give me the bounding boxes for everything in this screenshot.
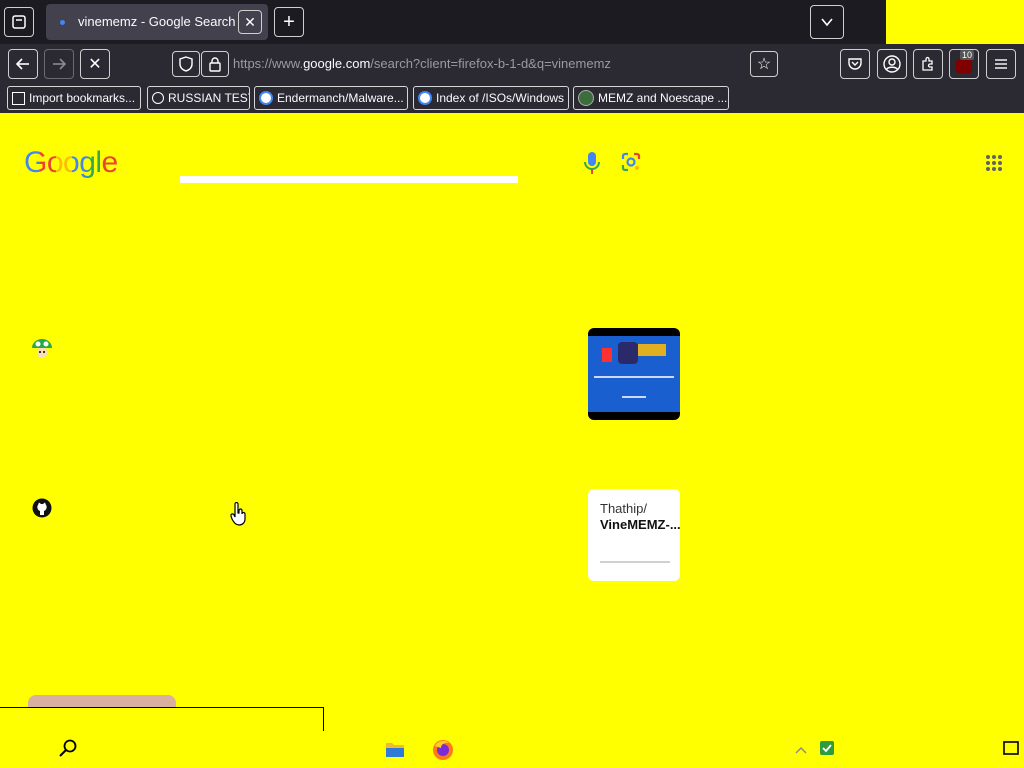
list-all-tabs-button[interactable] (810, 5, 844, 39)
url-domain: google.com (303, 56, 371, 71)
stop-button[interactable]: ✕ (80, 49, 110, 79)
bookmark-endermanch[interactable]: Endermanch/Malware... (254, 86, 408, 110)
account-icon (883, 55, 901, 73)
tab-active[interactable]: vinememz - Google Search ✕ (46, 4, 268, 40)
close-icon: ✕ (244, 13, 256, 30)
menu-button[interactable] (986, 49, 1016, 79)
arrow-right-icon (53, 58, 67, 70)
microphone-icon (584, 152, 600, 174)
result-thumbnail-1[interactable] (588, 328, 680, 420)
extensions-button[interactable] (913, 49, 943, 79)
account-button[interactable] (877, 49, 907, 79)
close-icon: ✕ (88, 56, 102, 73)
logo-text: Google (24, 146, 118, 179)
site-security-button[interactable] (201, 51, 229, 77)
back-button[interactable] (8, 49, 38, 79)
image-result-thumbnail[interactable] (28, 695, 176, 707)
ublock-icon (956, 59, 972, 73)
security-tray-icon (820, 741, 834, 755)
google-logo[interactable]: Google (24, 146, 118, 180)
thumbnail-text-line (622, 396, 646, 398)
voice-search-button[interactable] (584, 151, 600, 180)
hamburger-icon (995, 59, 1007, 69)
chevron-down-icon (821, 18, 833, 27)
tray-overflow-button[interactable] (794, 742, 808, 760)
tracking-protection-button[interactable] (172, 51, 200, 77)
search-icon (59, 739, 77, 757)
notification-icon (1003, 741, 1019, 755)
mushroom-icon (32, 339, 52, 357)
taskbar-search-box[interactable] (0, 707, 324, 731)
taskbar-firefox[interactable] (432, 739, 454, 766)
bookmark-isos-windows[interactable]: Index of /ISOs/Windows (413, 86, 569, 110)
notification-button[interactable] (1003, 741, 1019, 760)
search-input[interactable] (180, 176, 518, 183)
url-text[interactable]: https://www.google.com/search?client=fir… (233, 56, 611, 71)
tab-close-button[interactable]: ✕ (238, 10, 262, 34)
google-icon (259, 91, 273, 105)
star-icon: ☆ (756, 56, 772, 73)
google-apps-button[interactable] (985, 154, 1003, 177)
bookmark-star-button[interactable]: ☆ (750, 51, 778, 77)
grid-icon (986, 155, 1002, 171)
tab-title: vinememz - Google Search (78, 14, 236, 29)
thumbnail-subtitle: VineMEMZ-... (600, 517, 680, 532)
window-corner (886, 0, 1024, 44)
tab-strip: vinememz - Google Search ✕ + (0, 0, 1024, 44)
bookmark-label: MEMZ and Noescape ... (598, 91, 728, 105)
mouse-cursor (230, 501, 248, 531)
result-favicon-github[interactable] (32, 498, 52, 523)
puzzle-icon (922, 56, 933, 71)
thumbnail-sprite-left (602, 348, 612, 362)
arrow-left-icon (15, 58, 29, 70)
bookmark-label: RUSSIAN TEST (168, 91, 250, 105)
url-path: /search?client=firefox-b-1-d&q=vinememz (370, 56, 611, 71)
lock-icon (209, 56, 221, 72)
new-tab-button[interactable]: + (274, 7, 304, 37)
import-icon (12, 91, 25, 105)
bookmark-label: Endermanch/Malware... (277, 91, 404, 105)
bookmark-memz-noescape[interactable]: MEMZ and Noescape ... (573, 86, 729, 110)
firefox-view-button[interactable] (4, 7, 34, 37)
lens-search-button[interactable] (620, 151, 642, 178)
thumbnail-title: Thathip/ (600, 501, 647, 516)
pocket-button[interactable] (840, 49, 870, 79)
notification-badge: 10 (960, 50, 975, 60)
plus-icon: + (283, 11, 295, 33)
taskbar-file-explorer[interactable] (385, 740, 405, 763)
site-icon (578, 90, 594, 106)
lens-icon (621, 152, 641, 172)
hand-cursor-icon (230, 501, 246, 526)
bookmark-label: Import bookmarks... (29, 91, 136, 105)
chevron-up-icon (795, 747, 807, 754)
github-icon (32, 498, 52, 518)
thumbnail-text-line (594, 376, 674, 378)
result-favicon-mushroom[interactable] (30, 336, 54, 365)
firefox-view-icon (12, 15, 26, 29)
ublock-button[interactable]: 10 (949, 49, 979, 79)
thumbnail-stats (600, 561, 670, 563)
taskbar-search-button[interactable] (58, 738, 78, 763)
url-prefix: https://www. (233, 56, 304, 71)
thumbnail-sprite (618, 342, 638, 364)
bookmark-russian-test[interactable]: RUSSIAN TEST (147, 86, 250, 110)
navigation-toolbar: ✕ https://www.google.com/search?client=f… (0, 44, 1024, 84)
bookmark-import[interactable]: Import bookmarks... (7, 86, 141, 110)
firefox-icon (433, 740, 453, 760)
tray-app-icon[interactable] (818, 739, 836, 762)
result-thumbnail-2[interactable]: Thathip/ VineMEMZ-... (588, 489, 680, 581)
bookmark-label: Index of /ISOs/Windows (436, 91, 565, 105)
folder-icon (386, 743, 404, 757)
thumbnail-logo (638, 344, 666, 356)
google-icon (418, 91, 432, 105)
forward-button[interactable] (44, 49, 74, 79)
tab-favicon-icon (60, 20, 65, 25)
url-bar[interactable]: https://www.google.com/search?client=fir… (172, 49, 778, 79)
search-icon (152, 92, 164, 104)
pocket-icon (848, 58, 862, 70)
bookmarks-toolbar: Import bookmarks... RUSSIAN TEST Enderma… (0, 84, 1024, 113)
shield-icon (179, 56, 193, 72)
